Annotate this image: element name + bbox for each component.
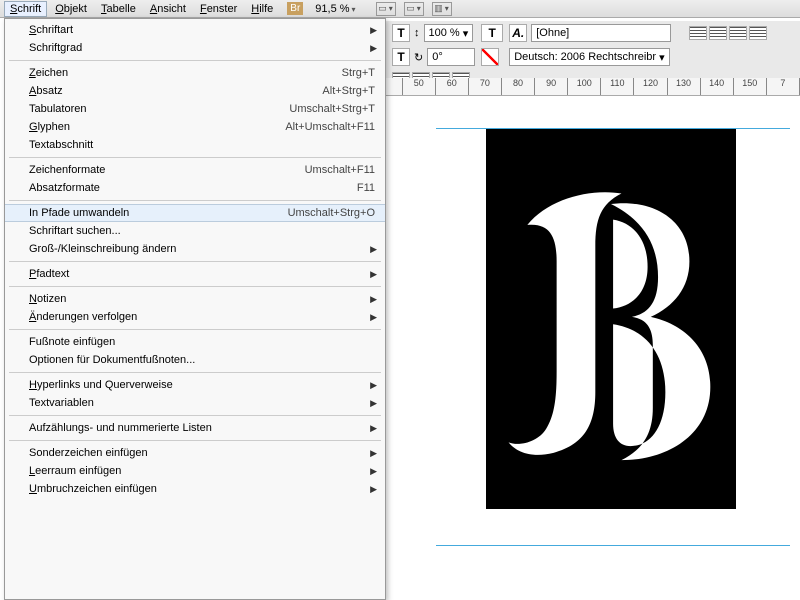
scale-field[interactable]: 100 % ▾ <box>424 24 474 42</box>
menu-item-aenderungen[interactable]: Änderungen verfolgen▶ <box>5 308 385 326</box>
menu-item-notizen[interactable]: Notizen▶ <box>5 290 385 308</box>
menu-item-umbruch[interactable]: Umbruchzeichen einfügen▶ <box>5 480 385 498</box>
menu-item-schriftart-suchen[interactable]: Schriftart suchen... <box>5 222 385 240</box>
menu-schrift[interactable]: Schrift <box>4 1 47 17</box>
page-guide <box>436 128 790 546</box>
zoom-field[interactable]: 91,5 % <box>315 3 355 15</box>
menu-item-gross-klein[interactable]: Groß-/Kleinschreibung ändern▶ <box>5 240 385 258</box>
char-style-field[interactable]: [Ohne] <box>531 24 671 42</box>
schrift-menu-dropdown: Schriftart▶ Schriftgrad▶ ZeichenStrg+T A… <box>4 18 386 600</box>
letter-b-glyph <box>496 154 726 484</box>
horizontal-ruler: 50 60 70 80 90 100 110 120 130 140 150 7 <box>386 78 800 96</box>
rotation-field[interactable]: 0° <box>427 48 475 66</box>
menu-item-pfadtext[interactable]: Pfadtext▶ <box>5 265 385 283</box>
menu-item-absatzformate[interactable]: AbsatzformateF11 <box>5 179 385 197</box>
character-icon: T <box>392 24 410 42</box>
char-style-icon: T <box>481 24 503 42</box>
no-fill-icon[interactable] <box>481 48 499 66</box>
menu-item-optionen[interactable]: Optionen für Dokumentfußnoten... <box>5 351 385 369</box>
bridge-icon[interactable]: Br <box>287 2 303 15</box>
menu-item-glyphen[interactable]: GlyphenAlt+Umschalt+F11 <box>5 118 385 136</box>
menubar: Schrift Objekt Tabelle Ansicht Fenster H… <box>0 0 800 18</box>
language-field[interactable]: Deutsch: 2006 Rechtschreibr ▾ <box>509 48 669 66</box>
menu-item-schriftart[interactable]: Schriftart▶ <box>5 21 385 39</box>
align-center-icon[interactable] <box>709 26 727 40</box>
menu-item-sonderzeichen[interactable]: Sonderzeichen einfügen▶ <box>5 444 385 462</box>
menu-item-in-pfade-umwandeln[interactable]: In Pfade umwandelnUmschalt+Strg+O <box>5 204 385 222</box>
menu-item-hyperlinks[interactable]: Hyperlinks und Querverweise▶ <box>5 376 385 394</box>
align-right-icon[interactable] <box>729 26 747 40</box>
menu-hilfe[interactable]: Hilfe <box>245 1 279 17</box>
align-buttons[interactable] <box>689 26 794 40</box>
menu-item-absatz[interactable]: AbsatzAlt+Strg+T <box>5 82 385 100</box>
menu-item-zeichenformate[interactable]: ZeichenformateUmschalt+F11 <box>5 161 385 179</box>
align-justify-icon[interactable] <box>749 26 767 40</box>
menu-ansicht[interactable]: Ansicht <box>144 1 192 17</box>
view-mode-icon-3[interactable]: ▥ <box>432 2 452 16</box>
menu-fenster[interactable]: Fenster <box>194 1 243 17</box>
text-rotate-icon: T <box>392 48 410 66</box>
menu-item-fussnote[interactable]: Fußnote einfügen <box>5 333 385 351</box>
menu-item-tabulatoren[interactable]: TabulatorenUmschalt+Strg+T <box>5 100 385 118</box>
char-a-icon: A. <box>509 24 527 42</box>
align-left-icon[interactable] <box>689 26 707 40</box>
menu-item-listen[interactable]: Aufzählungs- und nummerierte Listen▶ <box>5 419 385 437</box>
canvas[interactable] <box>386 96 800 600</box>
menu-tabelle[interactable]: Tabelle <box>95 1 142 17</box>
menu-item-schriftgrad[interactable]: Schriftgrad▶ <box>5 39 385 57</box>
menu-item-textvariablen[interactable]: Textvariablen▶ <box>5 394 385 412</box>
view-mode-icon-2[interactable]: ▭ <box>404 2 424 16</box>
menu-objekt[interactable]: Objekt <box>49 1 93 17</box>
menu-item-textabschnitt[interactable]: Textabschnitt <box>5 136 385 154</box>
artwork-frame[interactable] <box>486 129 736 509</box>
menu-item-zeichen[interactable]: ZeichenStrg+T <box>5 64 385 82</box>
menu-item-leerraum[interactable]: Leerraum einfügen▶ <box>5 462 385 480</box>
view-mode-icon-1[interactable]: ▭ <box>376 2 396 16</box>
